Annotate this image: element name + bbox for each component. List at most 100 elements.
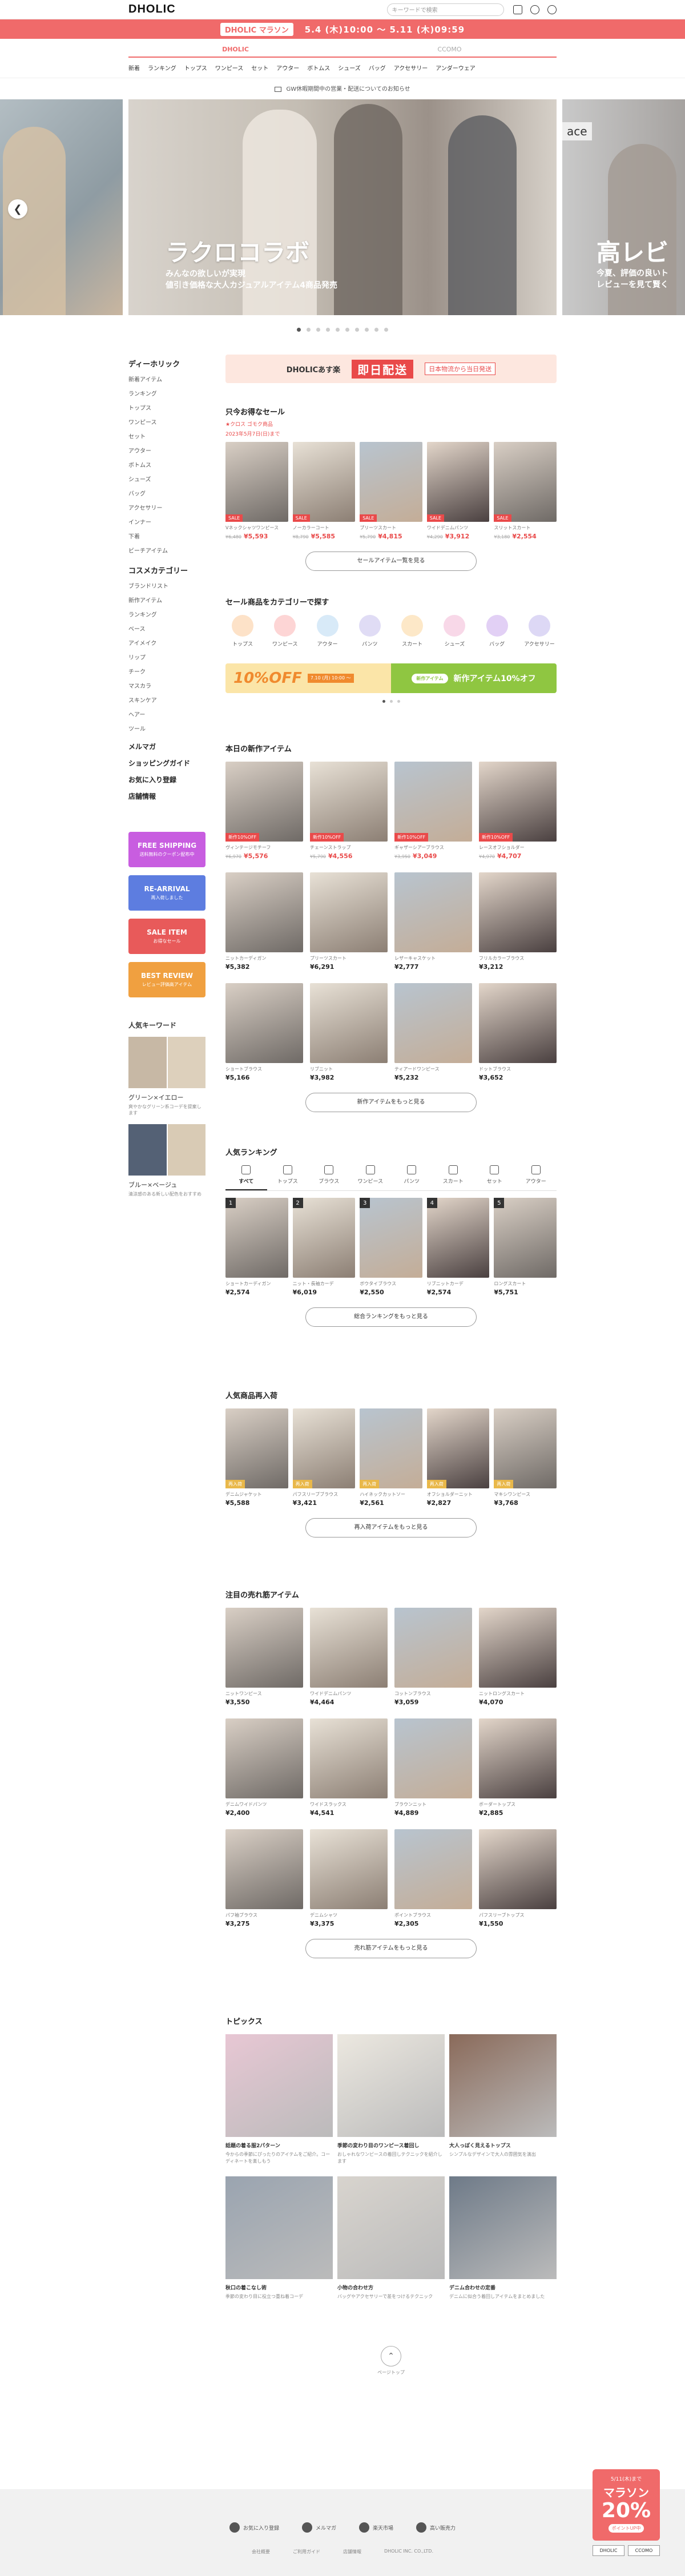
product-card[interactable]: ボーダートップス ¥2,885: [479, 1718, 557, 1817]
footer-sub-link[interactable]: ご利用ガイド: [293, 2549, 320, 2555]
side-banner[interactable]: FREE SHIPPING 送料無料のクーポン配布中: [128, 832, 206, 867]
side-banner[interactable]: BEST REVIEW レビュー評価高アイテム: [128, 962, 206, 997]
banner-dot[interactable]: [397, 700, 400, 703]
sidebar-item[interactable]: 新作アイテム: [128, 595, 206, 604]
sidebar-item[interactable]: スキンケア: [128, 695, 206, 704]
product-card[interactable]: 再入荷 パフスリーブブラウス ¥3,421: [292, 1408, 356, 1507]
product-card[interactable]: プリーツスカート ¥6,291: [310, 872, 388, 971]
catsale-item[interactable]: スカート: [395, 615, 429, 647]
carousel-prev-button[interactable]: ❮: [8, 199, 27, 219]
sidebar-link[interactable]: メルマガ: [128, 742, 206, 751]
carousel-dot[interactable]: [365, 328, 369, 332]
catnav-item[interactable]: シューズ: [338, 63, 361, 72]
catnav-item[interactable]: アクセサリー: [394, 63, 428, 72]
pagetop[interactable]: ⌃ ページトップ: [225, 2346, 557, 2376]
sidebar-item[interactable]: ブランドリスト: [128, 581, 206, 590]
product-card[interactable]: 新作10%OFF ヴィンテージモチーフ ¥6,970 ¥5,576: [225, 762, 303, 860]
sidebar-item[interactable]: トップス: [128, 403, 206, 412]
product-card[interactable]: 再入荷 オフショルダーニット ¥2,827: [426, 1408, 490, 1507]
sidebar-item[interactable]: ワンピース: [128, 417, 206, 426]
carousel-dot[interactable]: [355, 328, 359, 332]
catsale-item[interactable]: アクセサリー: [522, 615, 557, 647]
carousel-dot[interactable]: [307, 328, 311, 332]
product-card[interactable]: ニットワンピース ¥3,550: [225, 1608, 303, 1706]
carousel-dot[interactable]: [326, 328, 330, 332]
sidebar-link[interactable]: 店舗情報: [128, 791, 206, 801]
sidebar-item[interactable]: ツール: [128, 724, 206, 732]
sidebar-item[interactable]: チーク: [128, 667, 206, 675]
help-icon[interactable]: [547, 5, 557, 14]
carousel-dot[interactable]: [316, 328, 320, 332]
product-card[interactable]: ポイントブラウス ¥2,305: [394, 1829, 472, 1927]
keyword-card[interactable]: グリーン×イエロー 爽やかなグリーン系コーデを提案します: [128, 1037, 206, 1116]
product-card[interactable]: ワイドデニムパンツ ¥4,464: [310, 1608, 388, 1706]
product-card[interactable]: SALE プリーツスカート ¥5,790 ¥4,815: [360, 442, 422, 540]
carousel-dot[interactable]: [384, 328, 388, 332]
sidebar-item[interactable]: リップ: [128, 653, 206, 661]
sidebar-item[interactable]: 下着: [128, 532, 206, 540]
catnav-item[interactable]: セット: [251, 63, 268, 72]
carousel-dot[interactable]: [345, 328, 349, 332]
product-card[interactable]: デニムワイドパンツ ¥2,400: [225, 1718, 303, 1817]
catnav-item[interactable]: ランキング: [148, 63, 176, 72]
sidebar-link[interactable]: ショッピングガイド: [128, 758, 206, 768]
topic-card[interactable]: 小物の合わせ方 バッグやアクセサリーで差をつけるテクニック: [337, 2176, 445, 2300]
product-card[interactable]: リブニット ¥3,982: [310, 983, 388, 1081]
product-card[interactable]: 5 ロングスカート ¥5,751: [494, 1198, 557, 1296]
sidebar-item[interactable]: ベース: [128, 624, 206, 633]
product-card[interactable]: パフスリーブトップス ¥1,550: [479, 1829, 557, 1927]
float-tab-dholic[interactable]: DHOLIC: [593, 2545, 624, 2556]
banner-dot[interactable]: [389, 700, 393, 703]
product-card[interactable]: コットンブラウス ¥3,059: [394, 1608, 472, 1706]
carousel-dot[interactable]: [336, 328, 340, 332]
sidebar-item[interactable]: インナー: [128, 517, 206, 526]
product-card[interactable]: ニットカーディガン ¥5,382: [225, 872, 303, 971]
product-card[interactable]: 再入荷 ハイネックカットソー ¥2,561: [360, 1408, 422, 1507]
banner-dot[interactable]: [382, 700, 385, 703]
ranking-tab[interactable]: ブラウス: [308, 1165, 350, 1190]
catnav-item[interactable]: バッグ: [369, 63, 386, 72]
footer-link[interactable]: 楽天市場: [359, 2522, 393, 2533]
sidebar-item[interactable]: セット: [128, 432, 206, 440]
cart-icon[interactable]: [513, 5, 522, 14]
product-card[interactable]: パフ袖ブラウス ¥3,275: [225, 1829, 303, 1927]
catnav-item[interactable]: ワンピース: [215, 63, 244, 72]
product-card[interactable]: 新作10%OFF ギャザーシアーブラウス ¥3,950 ¥3,049: [394, 762, 472, 860]
sale-more-button[interactable]: セールアイテム一覧を見る: [305, 552, 477, 571]
logo[interactable]: DHOLIC: [128, 3, 176, 16]
sidebar-item[interactable]: 新着アイテム: [128, 375, 206, 383]
tab-ccomo[interactable]: CCOMO: [342, 42, 557, 57]
newitems-more-button[interactable]: 新作アイテムをもっと見る: [305, 1093, 477, 1112]
catsale-item[interactable]: パンツ: [353, 615, 387, 647]
product-card[interactable]: 3 ボウタイブラウス ¥2,550: [360, 1198, 422, 1296]
sidebar-item[interactable]: ランキング: [128, 610, 206, 618]
footer-link[interactable]: 高い販売力: [416, 2522, 456, 2533]
product-card[interactable]: SALE ワイドデニムパンツ ¥4,290 ¥3,912: [426, 442, 490, 540]
hero-slide-main[interactable]: ラクロコラボ みんなの欲しいが実現 値引き価格な大人カジュアルアイテム4商品発売: [128, 99, 557, 315]
product-card[interactable]: ティアードワンピース ¥5,232: [394, 983, 472, 1081]
footer-link[interactable]: お気に入り登録: [229, 2522, 279, 2533]
hero-slide-next[interactable]: ace 高レビ 今夏、評価の良いト レビューを見て賢く: [562, 99, 685, 315]
ranking-tab[interactable]: すべて: [225, 1165, 267, 1190]
sidebar-item[interactable]: ヘアー: [128, 710, 206, 718]
catsale-item[interactable]: ワンピース: [268, 615, 302, 647]
topic-card[interactable]: 季節の変わり目のワンピース着回し おしゃれなワンピースの着回しテクニックを紹介しま…: [337, 2034, 445, 2165]
sidebar-item[interactable]: ボトムス: [128, 460, 206, 469]
tab-dholic[interactable]: DHOLIC: [128, 42, 342, 57]
product-card[interactable]: 新作10%OFF レースオフショルダー ¥4,970 ¥4,707: [479, 762, 557, 860]
topic-card[interactable]: デニム合わせの定番 デニムに似合う着回しアイテムをまとめました: [449, 2176, 557, 2300]
notice[interactable]: GW休暇期間中の営業・配送についてのお知らせ: [0, 78, 685, 98]
ranking-tab[interactable]: ワンピース: [350, 1165, 392, 1190]
carousel-dot[interactable]: [374, 328, 378, 332]
product-card[interactable]: 再入荷 デニムジャケット ¥5,588: [225, 1408, 288, 1507]
product-card[interactable]: レザーキャスケット ¥2,777: [394, 872, 472, 971]
discount-banner[interactable]: 10%OFF 7.10 (月) 10:00 ～ 新作アイテム 新作アイテム10%…: [225, 663, 557, 693]
product-card[interactable]: ブラウンニット ¥4,889: [394, 1718, 472, 1817]
sidebar-item[interactable]: ランキング: [128, 389, 206, 397]
sidebar-item[interactable]: アイメイク: [128, 638, 206, 647]
search-input[interactable]: キーワードで検索: [386, 3, 504, 16]
delivery-banner[interactable]: DHOLICあす楽 即日配送 日本物流から当日発送: [225, 355, 557, 383]
catsale-item[interactable]: バッグ: [480, 615, 514, 647]
catnav-item[interactable]: アンダーウェア: [436, 63, 476, 72]
product-card[interactable]: ニットロングスカート ¥4,070: [479, 1608, 557, 1706]
